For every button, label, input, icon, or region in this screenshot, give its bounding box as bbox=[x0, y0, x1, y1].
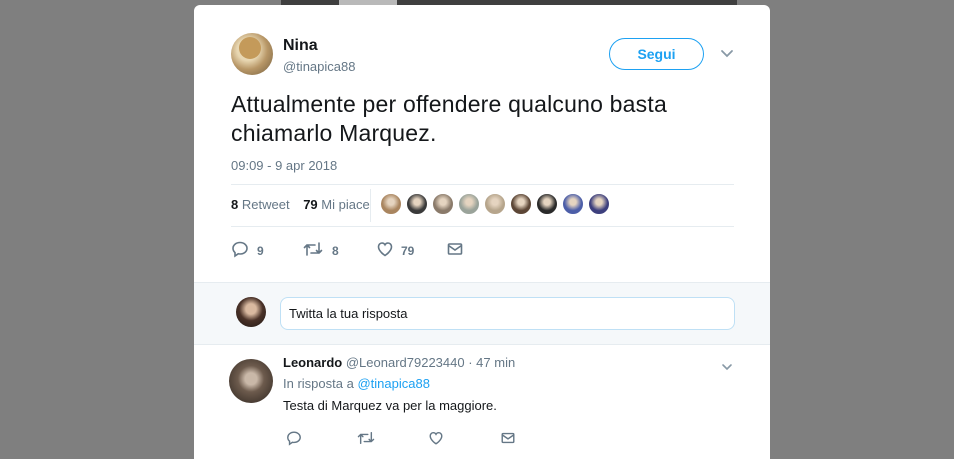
reply-author-avatar[interactable] bbox=[229, 359, 273, 403]
envelope-icon bbox=[447, 243, 463, 255]
liker-avatar[interactable] bbox=[562, 193, 584, 215]
like-stat-count: 79 bbox=[303, 197, 318, 212]
reply-input[interactable]: Twitta la tua risposta bbox=[280, 297, 735, 330]
liker-avatar[interactable] bbox=[484, 193, 506, 215]
reply-author-name[interactable]: Leonardo bbox=[283, 355, 342, 370]
liker-avatar[interactable] bbox=[406, 193, 428, 215]
liker-avatar[interactable] bbox=[588, 193, 610, 215]
like-stat-label: Mi piace bbox=[321, 197, 370, 212]
heart-icon bbox=[377, 242, 393, 257]
chevron-down-icon[interactable] bbox=[720, 47, 734, 61]
follow-button[interactable]: Segui bbox=[609, 38, 704, 70]
liker-avatar[interactable] bbox=[380, 193, 402, 215]
liker-avatar[interactable] bbox=[432, 193, 454, 215]
divider bbox=[231, 184, 734, 185]
in-reply-to-label: In risposta a bbox=[283, 376, 354, 391]
in-reply-to: In risposta a @tinapica88 bbox=[283, 376, 430, 391]
liker-avatar[interactable] bbox=[536, 193, 558, 215]
reply-composer: Twitta la tua risposta bbox=[194, 282, 770, 345]
retweet-icon[interactable] bbox=[357, 430, 375, 446]
liker-avatar[interactable] bbox=[458, 193, 480, 215]
author-block[interactable]: Nina @tinapica88 bbox=[283, 36, 355, 75]
retweet-stat-count: 8 bbox=[231, 197, 239, 212]
reply-header: Leonardo @Leonard79223440 · 47 min bbox=[283, 355, 515, 370]
retweet-stat-label: Retweet bbox=[241, 197, 290, 212]
author-avatar[interactable] bbox=[231, 33, 273, 75]
envelope-icon[interactable] bbox=[500, 430, 516, 446]
reply-author-handle[interactable]: @Leonard79223440 bbox=[346, 355, 465, 370]
reply-mention-link[interactable]: @tinapica88 bbox=[357, 376, 429, 391]
heart-icon[interactable] bbox=[428, 430, 444, 446]
user-avatar[interactable] bbox=[236, 297, 266, 327]
liker-avatar[interactable] bbox=[510, 193, 532, 215]
author-name[interactable]: Nina bbox=[283, 36, 355, 56]
like-count: 79 bbox=[401, 244, 415, 258]
reply-text: Testa di Marquez va per la maggiore. bbox=[283, 398, 497, 413]
author-handle[interactable]: @tinapica88 bbox=[283, 59, 355, 75]
reply-time[interactable]: · 47 min bbox=[468, 355, 515, 370]
reply-tweet[interactable]: Leonardo @Leonard79223440 · 47 min In ri… bbox=[194, 346, 770, 459]
retweet-icon bbox=[303, 242, 323, 256]
reply-icon bbox=[232, 241, 248, 258]
reply-icon[interactable] bbox=[286, 430, 302, 446]
divider bbox=[231, 226, 734, 227]
stats-divider bbox=[370, 189, 371, 222]
reply-count: 9 bbox=[257, 244, 264, 258]
retweet-stat[interactable]: 8 Retweet bbox=[231, 197, 290, 212]
tweet-stats: 8 Retweet 79 Mi piace bbox=[231, 197, 370, 212]
tweet-modal: Nina @tinapica88 Segui Attualmente per o… bbox=[194, 5, 770, 459]
tweet-text: Attualmente per offendere qualcuno basta… bbox=[231, 91, 667, 146]
tweet-timestamp[interactable]: 09:09 - 9 apr 2018 bbox=[231, 158, 337, 173]
retweet-count: 8 bbox=[332, 244, 339, 258]
like-stat[interactable]: 79 Mi piace bbox=[303, 197, 370, 212]
chevron-down-icon[interactable] bbox=[721, 361, 733, 373]
